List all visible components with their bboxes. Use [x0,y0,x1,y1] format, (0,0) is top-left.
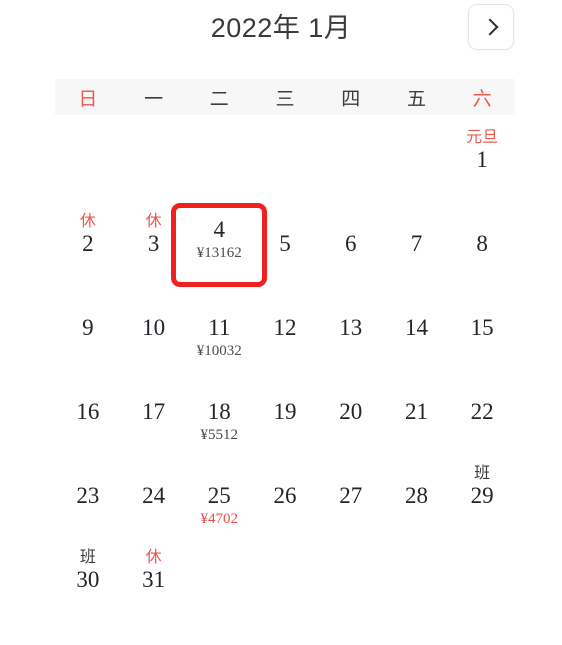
day-number: 15 [470,315,494,340]
day-badge-rest: 休 [145,549,162,566]
day-cell-content: 15 [434,287,530,371]
calendar-day-cell[interactable]: 班 29 [449,455,515,539]
day-number: 31 [142,567,166,592]
calendar-week-row: 班 30 休 31 [55,539,515,623]
weekday-label-2: 二 [209,88,229,110]
day-badge-placeholder [349,213,353,231]
day-badge-placeholder [217,465,221,483]
day-cell-content [434,539,530,623]
day-number: 23 [76,483,100,508]
day-number: 10 [142,315,166,340]
day-number: 13 [339,315,363,340]
day-number: 21 [404,399,428,424]
day-number: 11 [208,315,231,340]
chevron-right-icon [481,18,499,36]
calendar-day-cell[interactable]: 22 [449,371,515,455]
day-price: ¥4702 [200,511,239,527]
day-number: 1 [476,147,488,172]
day-price: ¥13162 [196,245,242,261]
day-number: 9 [82,315,94,340]
day-price: ¥5512 [200,427,239,443]
calendar-day-cell[interactable]: 元旦 1 [449,119,515,203]
day-badge-placeholder [152,465,156,483]
day-badge-placeholder [152,381,156,399]
day-number: 27 [339,483,363,508]
day-badge-placeholder [283,297,287,315]
day-price: ¥10032 [196,343,242,359]
day-number: 4 [213,217,226,242]
day-number: 30 [76,567,100,592]
weekday-label-5: 五 [406,88,426,110]
weekday-label-3: 三 [275,88,295,110]
day-number: 12 [273,315,297,340]
weekday-label-4: 四 [341,88,361,110]
calendar-week-row: 元旦 1 [55,119,515,203]
day-number: 6 [344,231,357,256]
day-number: 2 [82,231,94,256]
day-badge-work: 班 [474,465,491,482]
day-badge-placeholder [283,381,287,399]
day-number: 28 [404,483,428,508]
day-badge-placeholder [480,297,484,315]
day-cell-content: 22 [434,371,530,455]
day-number: 20 [339,399,363,424]
day-number: 18 [207,399,231,424]
day-cell-content: 元旦 1 [434,119,530,203]
calendar-day-cell[interactable]: 8 [449,203,515,287]
day-number: 22 [470,399,494,424]
day-badge-placeholder [480,381,484,399]
weekday-header-row: 日一二三四五六 [55,79,515,115]
day-number: 7 [410,231,423,256]
day-badge-placeholder [283,213,287,231]
day-number: 5 [279,231,291,256]
day-badge-placeholder [86,465,90,483]
day-badge-rest: 休 [79,213,96,230]
day-badge-placeholder [414,381,418,399]
day-badge-placeholder [414,297,418,315]
day-badge-placeholder [349,381,353,399]
day-number: 29 [470,483,494,508]
day-badge-placeholder [480,213,484,231]
day-number: 3 [147,231,160,256]
day-badge-work: 班 [79,549,96,566]
day-badge-placeholder [217,381,221,399]
day-cell-content: 8 [434,203,530,287]
day-badge-placeholder [349,465,353,483]
next-month-button[interactable] [468,4,514,50]
day-number: 25 [207,483,231,508]
day-badge-placeholder [414,465,418,483]
calendar-grid: 元旦 1 休 2 休 3 4 ¥13162 5 6 7 8 9 10 11 ¥10032 12 … [55,119,515,623]
calendar-week-row: 休 2 休 3 4 ¥13162 5 6 7 8 [55,203,515,287]
day-badge-placeholder [86,297,90,315]
weekday-label-1: 一 [144,88,164,110]
calendar-header: 2022年 1月 [0,0,562,62]
day-badge-placeholder [86,381,90,399]
calendar-week-row: 9 10 11 ¥10032 12 13 14 15 [55,287,515,371]
calendar-day-cell[interactable]: 15 [449,287,515,371]
day-badge-festival: 元旦 [466,129,499,146]
calendar-cell-empty [449,539,515,623]
day-number: 19 [273,399,297,424]
day-badge-placeholder [152,297,156,315]
weekday-label-6: 六 [472,88,492,110]
day-cell-content: 班 29 [434,455,530,539]
day-badge-placeholder [414,213,418,231]
day-number: 17 [142,399,166,424]
day-badge-placeholder [217,297,221,315]
day-number: 26 [273,483,297,508]
weekday-label-0: 日 [78,88,98,110]
calendar-week-row: 23 24 25 ¥4702 26 27 28 班 29 [55,455,515,539]
calendar-week-row: 16 17 18 ¥5512 19 20 21 22 [55,371,515,455]
day-number: 24 [142,483,166,508]
calendar-screen: 2022年 1月 日一二三四五六 元旦 1 休 2 休 3 4 ¥13162 5 6 7 8 … [0,0,562,645]
day-number: 8 [476,231,488,256]
day-badge-rest: 休 [145,213,162,230]
day-number: 14 [404,315,428,340]
day-badge-placeholder [349,297,353,315]
day-badge-placeholder [283,465,287,483]
day-number: 16 [76,399,100,424]
